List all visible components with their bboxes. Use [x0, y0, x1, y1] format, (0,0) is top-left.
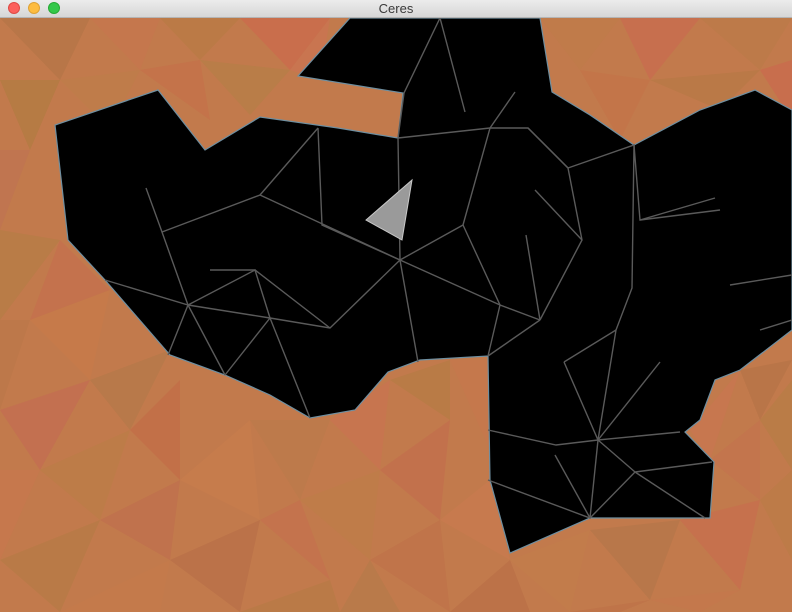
window-title: Ceres: [378, 1, 414, 16]
game-canvas[interactable]: [0, 18, 792, 612]
title-bar[interactable]: Ceres: [0, 0, 792, 18]
app-window: Ceres: [0, 0, 792, 612]
